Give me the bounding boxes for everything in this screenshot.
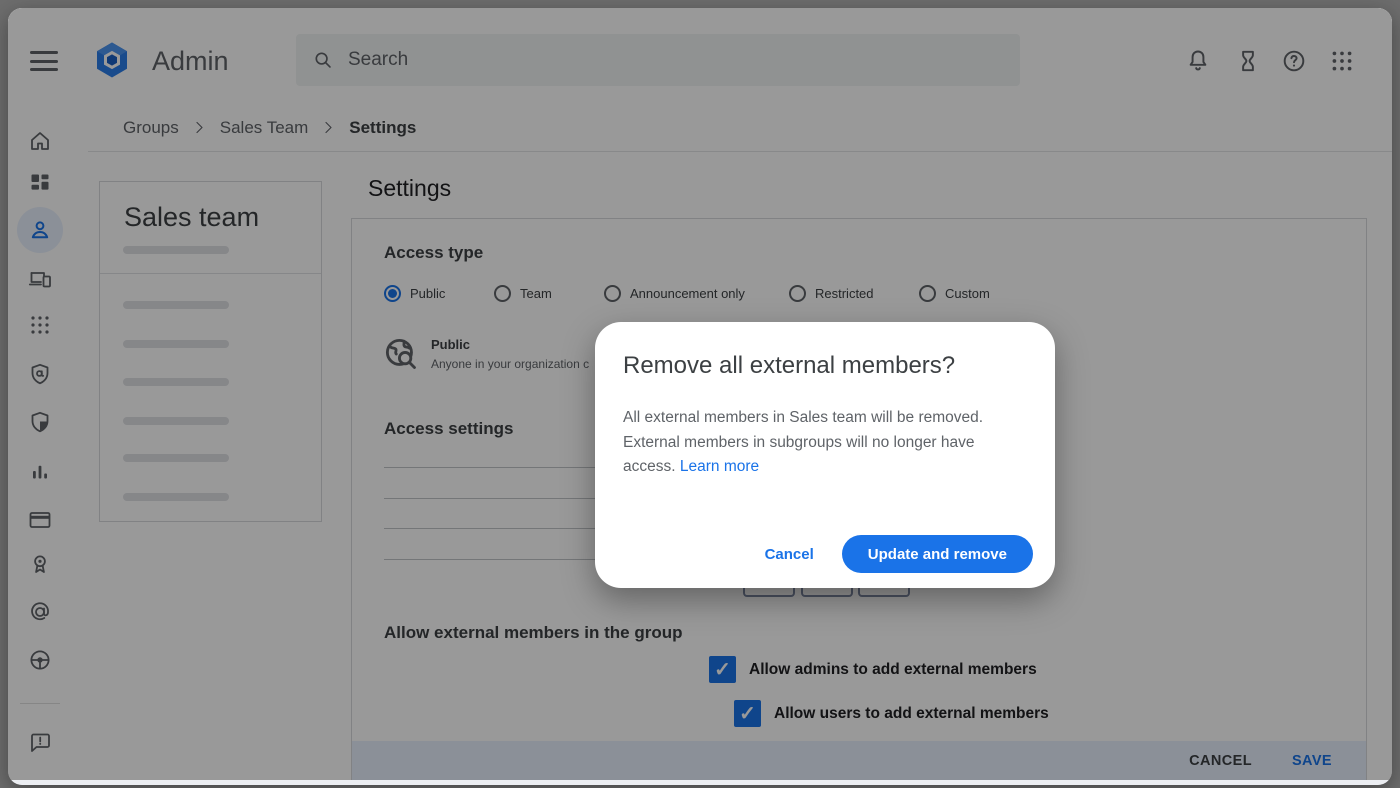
dialog-confirm-button[interactable]: Update and remove (842, 535, 1033, 573)
remove-external-members-dialog: Remove all external members? All externa… (595, 322, 1055, 588)
dialog-cancel-button[interactable]: Cancel (765, 546, 814, 563)
dialog-body-text: All external members in Sales team will … (623, 409, 983, 475)
learn-more-link[interactable]: Learn more (680, 458, 759, 475)
window-bottom-edge (8, 780, 1392, 785)
dialog-title: Remove all external members? (623, 352, 1027, 380)
dialog-body: All external members in Sales team will … (623, 406, 1027, 480)
app-window: Admin Search (8, 8, 1392, 785)
dialog-actions: Cancel Update and remove (765, 535, 1033, 573)
screenshot-stage: Admin Search (0, 0, 1400, 788)
